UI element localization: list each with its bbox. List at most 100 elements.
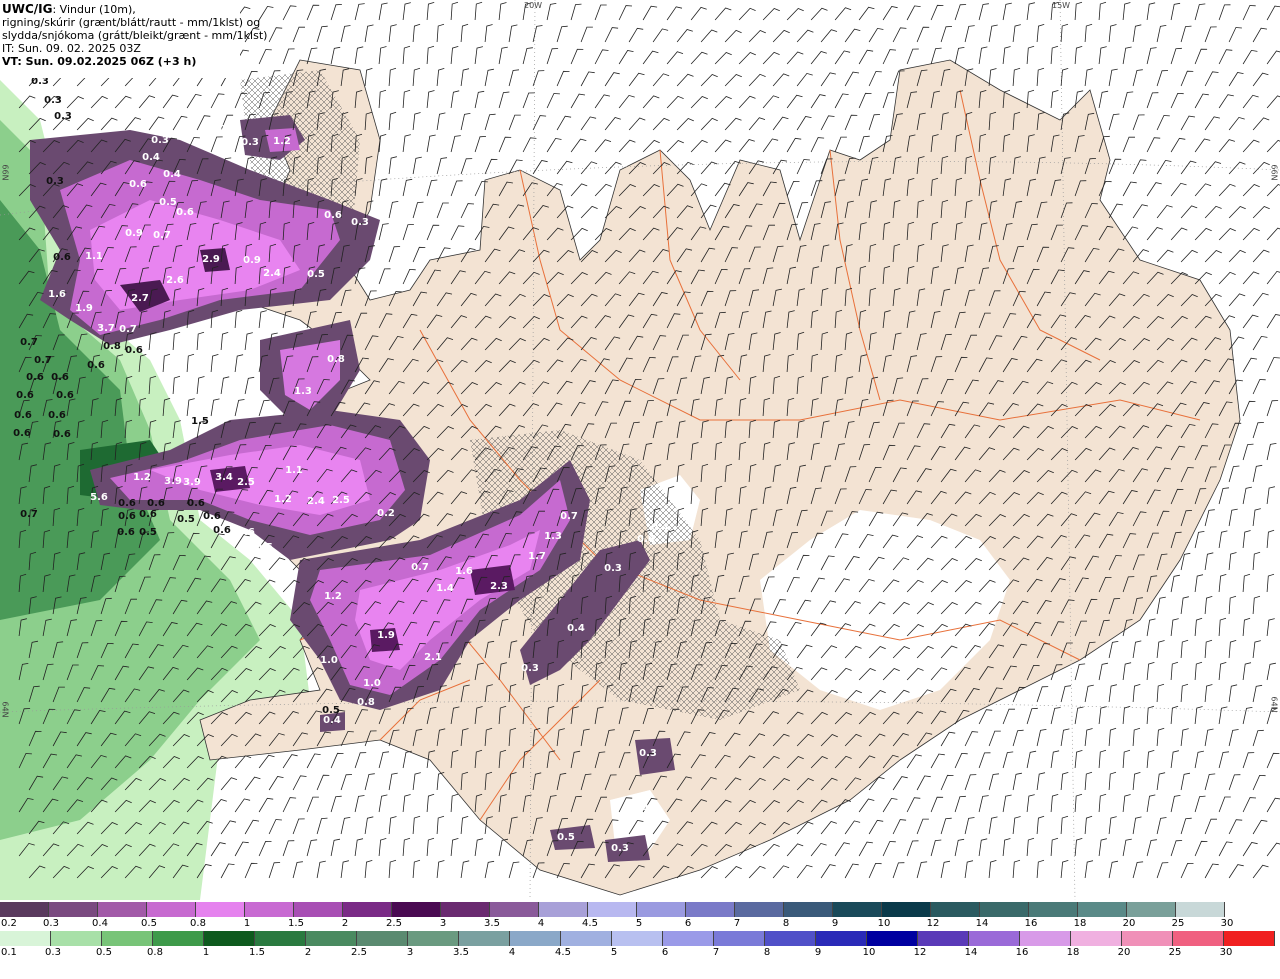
precip-value: 3.9 bbox=[183, 477, 201, 488]
precip-value: 0.6 bbox=[176, 207, 194, 218]
colorbar-label: 2 bbox=[304, 947, 312, 958]
precip-value: 2.3 bbox=[490, 581, 508, 592]
precip-value: 0.6 bbox=[213, 525, 231, 536]
colorbar-swatch bbox=[1122, 931, 1173, 946]
legend-line-valid-time: VT: Sun. 09.02.2025 06Z (+3 h) bbox=[2, 55, 197, 68]
precip-value: 0.6 bbox=[117, 527, 135, 538]
colorbar-swatch bbox=[0, 902, 49, 917]
colorbar-label: 16 bbox=[1024, 918, 1038, 929]
precip-value: 3.9 bbox=[164, 476, 182, 487]
legend-line-snow: slydda/snjókoma (grátt/bleikt/grænt - mm… bbox=[2, 29, 268, 42]
colorbar-label: 1 bbox=[202, 947, 210, 958]
lat-label-64n-left: 64N bbox=[0, 701, 10, 718]
precip-value: 0.8 bbox=[103, 341, 121, 352]
precip-value: 1.2 bbox=[324, 591, 342, 602]
precip-value: 2.5 bbox=[237, 477, 255, 488]
colorbar-label: 30 bbox=[1220, 918, 1234, 929]
precip-value: 0.6 bbox=[14, 410, 32, 421]
colorbar-swatch bbox=[867, 931, 918, 946]
precip-value: 0.4 bbox=[637, 534, 655, 545]
colorbar-label: 1 bbox=[243, 918, 251, 929]
colorbar-swatch bbox=[147, 902, 196, 917]
precip-value: 0.7 bbox=[20, 509, 38, 520]
precip-value: 1.6 bbox=[455, 566, 473, 577]
precip-value: 1.0 bbox=[320, 655, 338, 666]
legend-title-bold: UWC/IG bbox=[2, 2, 53, 16]
precip-value: 0.6 bbox=[118, 511, 136, 522]
colorbar-label: 16 bbox=[1015, 947, 1029, 958]
precip-value: 0.6 bbox=[147, 498, 165, 509]
colorbar-label: 14 bbox=[964, 947, 978, 958]
precip-value: 0.3 bbox=[241, 137, 259, 148]
colorbar-swatch bbox=[816, 931, 867, 946]
colorbar-swatch bbox=[612, 931, 663, 946]
precip-value: 0.5 bbox=[177, 514, 195, 525]
precip-value: 0.6 bbox=[53, 252, 71, 263]
precip-value: 2.1 bbox=[424, 652, 442, 663]
colorbar-swatch bbox=[1224, 931, 1275, 946]
precip-value: 0.9 bbox=[125, 228, 143, 239]
precip-value: 0.4 bbox=[323, 715, 341, 726]
colorbar-label: 1.5 bbox=[288, 918, 304, 929]
colorbar-label: 6 bbox=[684, 918, 692, 929]
precip-value: 0.8 bbox=[327, 354, 345, 365]
colorbar-label: 9 bbox=[814, 947, 822, 958]
colorbar-swatch bbox=[833, 902, 882, 917]
colorbar-swatch bbox=[735, 902, 784, 917]
colorbar-label: 0.8 bbox=[190, 918, 206, 929]
colorbar-label: 0.4 bbox=[92, 918, 108, 929]
precip-value: 1.7 bbox=[528, 551, 546, 562]
precip-value: 0.3 bbox=[604, 563, 622, 574]
precip-value: 0.3 bbox=[219, 124, 237, 135]
colorbar-label: 12 bbox=[913, 947, 927, 958]
colorbar-swatch bbox=[459, 931, 510, 946]
colorbar-swatch bbox=[980, 902, 1029, 917]
legend-line-initial-time: IT: Sun. 09. 02. 2025 03Z bbox=[2, 42, 141, 55]
weather-map: 0.30.30.30.30.3 1.20.30.40.40.3 0.60.50.6 0… bbox=[0, 0, 1280, 900]
colorbar-label: 18 bbox=[1066, 947, 1080, 958]
precip-value: 0.3 bbox=[521, 663, 539, 674]
colorbar-swatch bbox=[1029, 902, 1078, 917]
colorbar-swatch bbox=[204, 931, 255, 946]
lat-label-66n-left: 66N bbox=[0, 164, 10, 181]
precip-value: 0.4 bbox=[142, 152, 160, 163]
colorbar-swatch bbox=[1127, 902, 1176, 917]
colorbar-swatch bbox=[784, 902, 833, 917]
precip-value: 2.5 bbox=[332, 495, 350, 506]
map-legend-box: UWC/IG: Vindur (10m), rigning/skúrir (gr… bbox=[0, 0, 268, 78]
colorbar-swatch bbox=[714, 931, 765, 946]
rain-colorbar-swatches bbox=[0, 931, 1280, 946]
precip-value: 0.6 bbox=[16, 390, 34, 401]
lon-label-15w: 15W bbox=[1052, 1, 1071, 10]
precip-value: 1.3 bbox=[544, 531, 562, 542]
colorbar-label: 20 bbox=[1122, 918, 1136, 929]
colorbar-swatch bbox=[0, 931, 51, 946]
precip-value: 0.7 bbox=[411, 562, 429, 573]
colorbar-swatch bbox=[1176, 902, 1225, 917]
precip-value: 0.6 bbox=[56, 390, 74, 401]
precip-value: 1.1 bbox=[85, 251, 103, 262]
precip-value: 0.5 bbox=[139, 527, 157, 538]
precip-value: 3.7 bbox=[97, 323, 115, 334]
rain-colorbar-labels: 0.1 0.3 0.5 0.8 1 1.5 2 2.5 3 3.5 4 4.5 5 6 7 8 9 10 12 14 1… bbox=[0, 947, 1280, 959]
lon-label-20w: 20W bbox=[524, 1, 543, 10]
precip-value: 0.7 bbox=[560, 511, 578, 522]
precip-value: 0.9 bbox=[243, 255, 261, 266]
precip-value: 0.3 bbox=[639, 748, 657, 759]
precip-value: 0.3 bbox=[611, 843, 629, 854]
colorbar-label: 25 bbox=[1168, 947, 1182, 958]
colorbar-label: 9 bbox=[831, 918, 839, 929]
precip-value: 2.7 bbox=[131, 293, 149, 304]
legend-title-rest: : Vindur (10m), bbox=[52, 3, 136, 16]
colorbar-label: 30 bbox=[1219, 947, 1233, 958]
colorbar-label: 2 bbox=[341, 918, 349, 929]
colorbar-swatch bbox=[102, 931, 153, 946]
precip-value: 0.3 bbox=[44, 95, 62, 106]
precip-value: 2.9 bbox=[202, 254, 220, 265]
colorbar-label: 0.1 bbox=[1, 947, 17, 958]
precip-value: 0.6 bbox=[87, 360, 105, 371]
precip-value: 0.2 bbox=[377, 508, 395, 519]
precip-value: 1.2 bbox=[274, 494, 292, 505]
colorbar-label: 0.3 bbox=[45, 947, 61, 958]
colorbar-label: 7 bbox=[712, 947, 720, 958]
